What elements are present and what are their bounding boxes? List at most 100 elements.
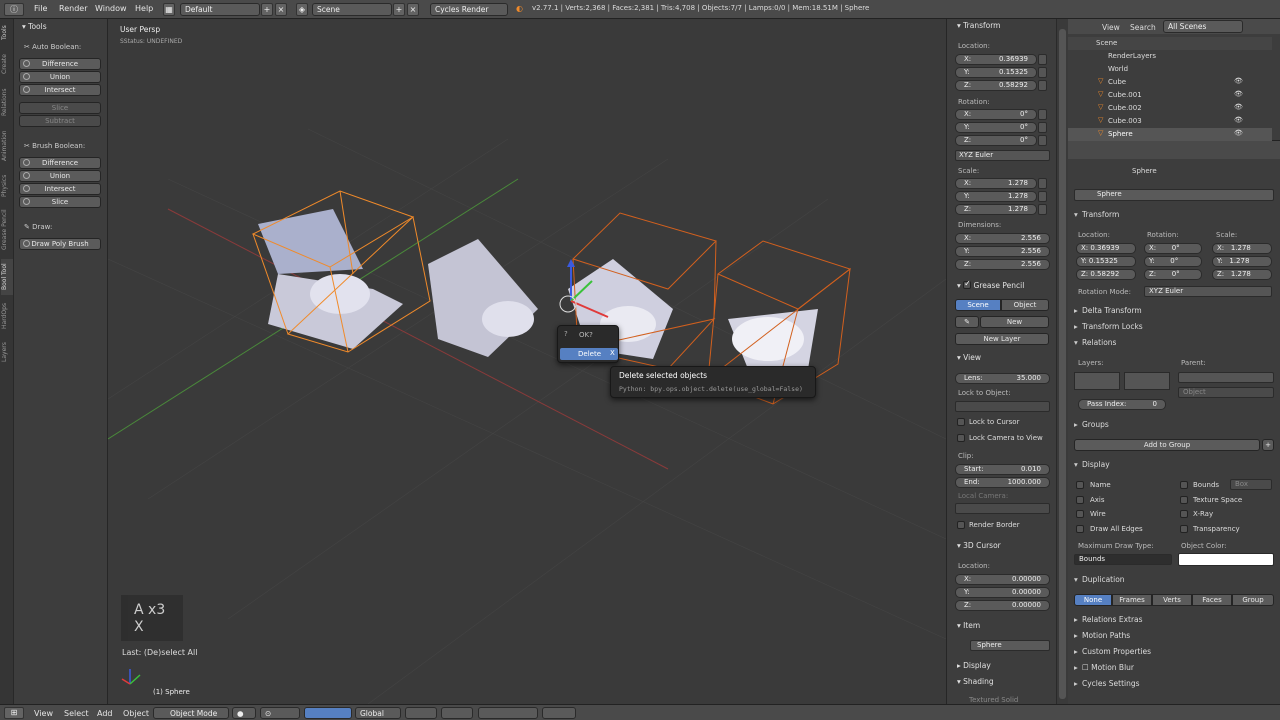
editor-type-icon[interactable]: ⓘ [4, 3, 24, 16]
visibility-icon[interactable]: 👁 [1234, 77, 1243, 85]
menu-select[interactable]: Select [64, 709, 89, 718]
layer-buttons[interactable] [405, 707, 437, 719]
lock-camera-checkbox[interactable] [957, 434, 965, 442]
snap-options[interactable] [478, 707, 538, 719]
props-duplication-header[interactable]: ▾ Duplication [1074, 575, 1125, 584]
mode-dropdown[interactable]: Object Mode [153, 707, 229, 719]
menu-window[interactable]: Window [95, 4, 127, 13]
props-loc-x[interactable]: X: 0.36939 [1076, 243, 1136, 254]
add-to-group-button[interactable]: Add to Group [1074, 439, 1260, 451]
display-panel-header[interactable]: ▸ Display [957, 661, 991, 670]
display-transparency-checkbox[interactable] [1180, 525, 1188, 533]
grease-pencil-header[interactable]: ▾ Grease Pencil [957, 279, 1024, 290]
outliner-row-cube-001[interactable]: ▽ Cube.001 👁 [1068, 89, 1272, 102]
menu-file[interactable]: File [34, 4, 47, 13]
tab-tools[interactable]: Tools [1, 23, 13, 43]
properties-tabs[interactable] [1068, 141, 1280, 159]
outliner-row-world[interactable]: World [1068, 63, 1272, 76]
display-bounds-checkbox[interactable] [1180, 481, 1188, 489]
lock-icon[interactable] [1038, 204, 1047, 215]
clip-start-field[interactable]: Start: 0.010 [955, 464, 1050, 475]
npanel-loc-y[interactable]: Y: 0.15325 [955, 67, 1037, 78]
props-relextras-header[interactable]: ▸ Relations Extras [1074, 615, 1143, 624]
auto-subtract-button[interactable]: Subtract [19, 115, 101, 127]
render-buttons[interactable] [542, 707, 576, 719]
npanel-loc-x[interactable]: X: 0.36939 [955, 54, 1037, 65]
menu-object[interactable]: Object [123, 709, 149, 718]
tab-bool-tool[interactable]: Bool Tool [1, 259, 13, 295]
props-customprops-header[interactable]: ▸ Custom Properties [1074, 647, 1151, 656]
props-relations-header[interactable]: ▾ Relations [1074, 338, 1116, 347]
npanel-scale-y[interactable]: Y: 1.278 [955, 191, 1037, 202]
layers-grid-2[interactable] [1124, 372, 1170, 390]
npanel-rot-z[interactable]: Z: 0° [955, 135, 1037, 146]
lock-icon[interactable] [1038, 109, 1047, 120]
props-rot-y[interactable]: Y: 0° [1144, 256, 1202, 267]
dup-none-button[interactable]: None [1074, 594, 1112, 606]
outliner-row-cube-002[interactable]: ▽ Cube.002 👁 [1068, 102, 1272, 115]
remove-scene-icon[interactable]: × [407, 3, 419, 16]
pivot-dropdown[interactable]: ⊙ [260, 707, 300, 719]
props-transform-header[interactable]: ▾ Transform [1074, 210, 1119, 219]
lock-icon[interactable] [1038, 54, 1047, 65]
gp-scene-button[interactable]: Scene [955, 299, 1001, 311]
npanel-rotation-mode[interactable]: XYZ Euler [955, 150, 1050, 161]
tab-grease-pencil[interactable]: Grease Pencil [1, 205, 13, 255]
lock-object-field[interactable] [955, 401, 1050, 412]
visibility-icon[interactable]: 👁 [1234, 103, 1243, 111]
outliner-row-scene[interactable]: Scene [1068, 37, 1272, 50]
layers-grid-1[interactable] [1074, 372, 1120, 390]
cursor-y-field[interactable]: Y: 0.00000 [955, 587, 1050, 598]
gp-new-button[interactable]: New [980, 316, 1049, 328]
menu-help[interactable]: Help [135, 4, 153, 13]
bounds-type-field[interactable]: Box [1230, 479, 1272, 490]
dup-frames-button[interactable]: Frames [1112, 594, 1152, 606]
npanel-dim-y[interactable]: Y: 2.556 [955, 246, 1050, 257]
delete-menu-item[interactable]: Delete X [560, 348, 618, 360]
props-loc-y[interactable]: Y: 0.15325 [1076, 256, 1136, 267]
tab-layers[interactable]: Layers [1, 337, 13, 367]
render-engine-dropdown[interactable]: Cycles Render [430, 3, 508, 16]
props-loc-z[interactable]: Z: 0.58292 [1076, 269, 1136, 280]
npanel-loc-z[interactable]: Z: 0.58292 [955, 80, 1037, 91]
menu-render[interactable]: Render [59, 4, 87, 13]
brush-intersect-button[interactable]: Intersect [19, 183, 101, 195]
props-object-name[interactable]: Sphere [1074, 189, 1274, 201]
outliner-row-sphere[interactable]: ▽ Sphere 👁 [1068, 128, 1272, 141]
cube-object-2[interactable] [428, 239, 538, 357]
props-rotation-mode[interactable]: XYZ Euler [1144, 286, 1272, 297]
props-scale-z[interactable]: Z: 1.278 [1212, 269, 1272, 280]
dup-group-button[interactable]: Group [1232, 594, 1274, 606]
outliner-scenes-dropdown[interactable]: All Scenes [1163, 20, 1243, 33]
gp-brush-icon[interactable]: ✎ [955, 316, 979, 328]
lock-icon[interactable] [1038, 67, 1047, 78]
lock-icon[interactable] [1038, 122, 1047, 133]
props-motionblur-header[interactable]: ▸ ☐ Motion Blur [1074, 663, 1134, 672]
local-camera-field[interactable] [955, 503, 1050, 514]
remove-layout-icon[interactable]: × [275, 3, 287, 16]
dup-verts-button[interactable]: Verts [1152, 594, 1192, 606]
outliner-row-cube-003[interactable]: ▽ Cube.003 👁 [1068, 115, 1272, 128]
auto-slice-button[interactable]: Slice [19, 102, 101, 114]
screen-layout-icon[interactable]: ▦ [163, 3, 175, 16]
display-xray-checkbox[interactable] [1180, 510, 1188, 518]
orientation-dropdown[interactable]: Global [355, 707, 401, 719]
gp-object-button[interactable]: Object [1001, 299, 1049, 311]
pass-index-field[interactable]: Pass Index: 0 [1078, 399, 1166, 410]
npanel-dim-z[interactable]: Z: 2.556 [955, 259, 1050, 270]
props-cycles-header[interactable]: ▸ Cycles Settings [1074, 679, 1140, 688]
scene-dropdown[interactable]: Scene [312, 3, 392, 16]
draw-poly-brush-button[interactable]: Draw Poly Brush [19, 238, 101, 250]
props-motionpaths-header[interactable]: ▸ Motion Paths [1074, 631, 1130, 640]
lock-icon[interactable] [1038, 178, 1047, 189]
item-panel-header[interactable]: ▾ Item [957, 621, 980, 630]
grease-pencil-checkbox[interactable] [963, 279, 972, 289]
tab-physics[interactable]: Physics [1, 171, 13, 201]
add-layout-icon[interactable]: + [261, 3, 273, 16]
lock-icon[interactable] [1038, 191, 1047, 202]
layer-buttons-2[interactable] [441, 707, 473, 719]
npanel-dim-x[interactable]: X: 2.556 [955, 233, 1050, 244]
parent-type-field[interactable]: Object [1178, 387, 1274, 398]
cube-object-1[interactable] [251, 190, 431, 353]
add-group-plus-icon[interactable]: + [1262, 439, 1274, 451]
